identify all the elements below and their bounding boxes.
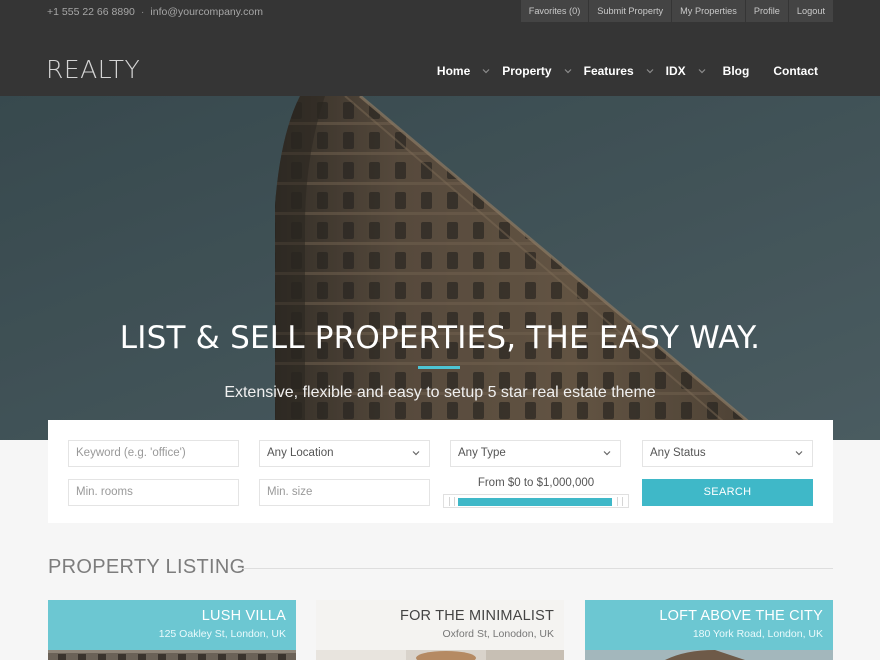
slider-track[interactable] [443, 494, 629, 508]
contact-info: +1 555 22 66 8890 · info@yourcompany.com [47, 6, 263, 18]
slider-min-handle[interactable] [449, 497, 455, 506]
nav-label: Contact [773, 64, 818, 78]
nav-label: Blog [722, 64, 750, 78]
nav-label: IDX [665, 64, 686, 78]
site-logo[interactable]: REALTY [46, 56, 140, 84]
chevron-down-icon [603, 451, 611, 456]
price-range-slider[interactable]: From $0 to $1,000,000 [443, 477, 629, 508]
card-title[interactable]: LUSH VILLA [48, 608, 286, 624]
email-address[interactable]: info@yourcompany.com [150, 6, 263, 18]
nav-item-home[interactable]: Home [437, 64, 502, 78]
property-image[interactable] [48, 650, 296, 660]
type-select[interactable]: Any Type [450, 440, 621, 467]
my-properties-link[interactable]: My Properties [672, 0, 745, 22]
card-header: FOR THE MINIMALIST Oxford St, Lonodon, U… [316, 600, 564, 650]
phone-number: +1 555 22 66 8890 [47, 6, 135, 18]
favorites-link[interactable]: Favorites (0) [520, 0, 589, 22]
chevron-down-icon [795, 451, 803, 456]
nav-label: Property [502, 64, 552, 78]
submit-property-link[interactable]: Submit Property [589, 0, 672, 22]
search-button[interactable]: SEARCH [642, 479, 813, 506]
card-address: 125 Oakley St, London, UK [158, 628, 286, 640]
contact-separator: · [140, 6, 145, 18]
chevron-down-icon [480, 65, 492, 77]
property-card[interactable]: FOR THE MINIMALIST Oxford St, Lonodon, U… [316, 600, 564, 660]
chevron-down-icon [696, 65, 708, 77]
type-select-value: Any Type [458, 447, 506, 459]
property-image[interactable] [316, 650, 564, 660]
hero-banner: LIST & SELL PROPERTIES, THE EASY WAY. Ex… [0, 96, 880, 440]
hero-divider [418, 366, 460, 369]
keyword-input[interactable]: Keyword (e.g. 'office') [68, 440, 239, 467]
status-select-value: Any Status [650, 447, 706, 459]
card-header: LUSH VILLA 125 Oakley St, London, UK [48, 600, 296, 650]
card-title[interactable]: FOR THE MINIMALIST [316, 608, 554, 624]
section-title: PROPERTY LISTING [48, 556, 246, 578]
slider-max-handle[interactable] [617, 497, 623, 506]
location-select[interactable]: Any Location [259, 440, 430, 467]
nav-label: Home [436, 64, 471, 78]
account-links: Favorites (0) Submit Property My Propert… [520, 0, 833, 22]
property-image[interactable] [585, 650, 833, 660]
min-size-input[interactable]: Min. size [259, 479, 430, 506]
card-address: Oxford St, Lonodon, UK [442, 628, 554, 640]
profile-link[interactable]: Profile [745, 0, 788, 22]
top-bar: +1 555 22 66 8890 · info@yourcompany.com F… [0, 0, 880, 24]
slider-fill [458, 498, 612, 506]
hero-subtitle: Extensive, flexible and easy to setup 5 … [224, 384, 656, 401]
status-select[interactable]: Any Status [642, 440, 813, 467]
nav-label: Features [583, 64, 634, 78]
nav-item-property[interactable]: Property [502, 64, 583, 78]
site-header: +1 555 22 66 8890 · info@yourcompany.com F… [0, 0, 880, 96]
card-title[interactable]: LOFT ABOVE THE CITY [585, 608, 823, 624]
nav-item-features[interactable]: Features [584, 64, 666, 78]
hero-title: LIST & SELL PROPERTIES, THE EASY WAY. [119, 320, 761, 356]
location-select-value: Any Location [267, 447, 334, 459]
price-range-label: From $0 to $1,000,000 [477, 477, 595, 489]
logout-link[interactable]: Logout [788, 0, 833, 22]
chevron-down-icon [562, 65, 574, 77]
nav-item-blog[interactable]: Blog [723, 64, 750, 78]
nav-item-idx[interactable]: IDX [666, 64, 718, 78]
chevron-down-icon [644, 65, 656, 77]
card-address: 180 York Road, London, UK [692, 628, 823, 640]
min-rooms-input[interactable]: Min. rooms [68, 479, 239, 506]
main-nav: Home Property Features IDX Blog Contact [437, 64, 818, 78]
property-card[interactable]: LUSH VILLA 125 Oakley St, London, UK [48, 600, 296, 660]
card-header: LOFT ABOVE THE CITY 180 York Road, Londo… [585, 600, 833, 650]
property-search-form: Keyword (e.g. 'office') Any Location Any… [48, 420, 833, 523]
property-card[interactable]: LOFT ABOVE THE CITY 180 York Road, Londo… [585, 600, 833, 660]
nav-item-contact[interactable]: Contact [773, 64, 818, 78]
section-divider [242, 568, 833, 569]
chevron-down-icon [412, 451, 420, 456]
